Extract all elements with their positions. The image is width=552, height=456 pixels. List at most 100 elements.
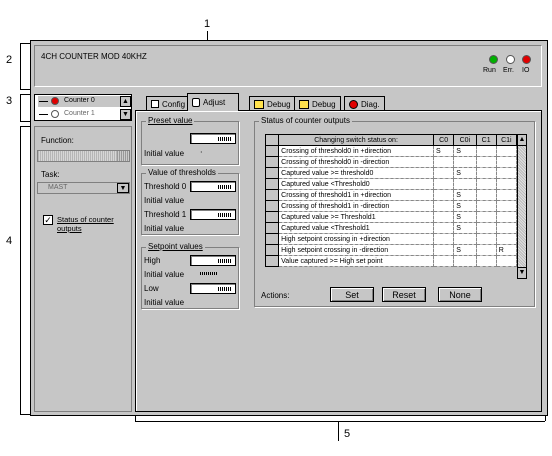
output-cell-c1[interactable] [475,200,497,212]
output-cell-c1i[interactable] [495,200,518,212]
output-cell-c0i[interactable]: S [453,200,477,212]
status-outputs-checkbox[interactable]: ✓ [43,215,53,225]
output-cell-c0i[interactable]: S [453,244,477,256]
task-dropdown-icon: ▼ [117,183,129,193]
corner-header [264,134,280,146]
callout-4-bracket [20,126,21,415]
output-cell-c0[interactable] [432,255,455,267]
output-cell-c1i[interactable] [495,189,518,201]
callout-3-bracket [20,94,21,122]
output-cell-c1[interactable] [475,222,497,234]
row-selector[interactable] [264,200,280,212]
output-cell-c1i[interactable] [495,255,518,267]
function-select[interactable] [37,150,130,162]
output-cell-c1i[interactable] [495,233,518,245]
output-cell-c1[interactable] [475,156,497,168]
row-selector[interactable] [264,178,280,190]
output-cell-c1[interactable] [475,211,497,223]
threshold0-input[interactable] [190,181,236,192]
channel-scroll-down-button[interactable]: ▼ [120,109,131,120]
counter1-led-icon [51,110,59,118]
callout-5-bracket [135,421,545,422]
setpoint-high-initial-label: Initial value [144,270,185,279]
status-outputs-label: Status of counter outputs [57,215,114,233]
preset-title: Preset value [146,116,195,125]
output-cell-c0i[interactable] [453,156,477,168]
tab-debug-1[interactable]: Debug [249,96,296,111]
output-cell-c0[interactable] [432,178,455,190]
output-cell-c0[interactable] [432,200,455,212]
output-cell-c1i[interactable]: R [495,244,518,256]
output-cell-c0i[interactable]: S [453,145,477,157]
output-cell-c0[interactable] [432,189,455,201]
debug-icon [254,99,264,109]
tab-diag[interactable]: Diag. [344,96,385,111]
task-select[interactable]: MAST ▼ [37,182,130,194]
channel-item-counter0[interactable]: Counter 0 [38,96,120,107]
row-selector[interactable] [264,244,280,256]
output-cell-c1i[interactable] [495,211,518,223]
channel-scroll-up-button[interactable]: ▲ [120,96,131,107]
output-cell-c0[interactable] [432,244,455,256]
set-button[interactable]: Set [330,287,374,302]
output-cell-c1i[interactable] [495,222,518,234]
table-scroll-up-button[interactable]: ▲ [517,134,527,146]
output-cell-c0i[interactable] [453,178,477,190]
output-cell-c1i[interactable] [495,145,518,157]
row-selector[interactable] [264,211,280,223]
setpoint-low-label: Low [144,284,159,293]
tab-adjust[interactable]: Adjust [187,93,239,111]
table-scroll-down-button[interactable]: ▼ [517,267,527,279]
module-header: 4CH COUNTER MOD 40KHZ Run Err. IO [34,45,542,87]
setpoint-low-input[interactable] [190,283,236,294]
channel-label: Counter 1 [64,110,95,117]
row-selector[interactable] [264,167,280,179]
row-selector[interactable] [264,145,280,157]
output-cell-c1[interactable] [475,189,497,201]
output-cell-c1[interactable] [475,167,497,179]
output-cell-c0i[interactable] [453,233,477,245]
output-cell-c0i[interactable]: S [453,167,477,179]
row-selector[interactable] [264,255,280,267]
actions-label: Actions: [261,291,290,300]
row-selector[interactable] [264,222,280,234]
row-selector[interactable] [264,156,280,168]
setpoint-low-initial-label: Initial value [144,298,185,307]
threshold1-input[interactable] [190,209,236,220]
output-cell-c1[interactable] [475,244,497,256]
table-scrollbar-track[interactable] [517,146,527,267]
output-cell-c1[interactable] [475,255,497,267]
output-cell-c1[interactable] [475,145,497,157]
table-row: Crossing of threshold1 in +direction S [264,189,518,201]
output-cell-c1i[interactable] [495,167,518,179]
setpoint-high-input[interactable] [190,255,236,266]
none-button[interactable]: None [438,287,482,302]
output-cell-c1[interactable] [475,233,497,245]
row-label: Crossing of threshold1 in +direction [278,189,434,201]
output-cell-c1i[interactable] [495,156,518,168]
output-cell-c0i[interactable]: S [453,189,477,201]
callout-2: 2 [6,54,13,66]
output-cell-c0i[interactable]: S [453,222,477,234]
output-cell-c0[interactable] [432,156,455,168]
row-selector[interactable] [264,189,280,201]
output-cell-c0[interactable] [432,233,455,245]
threshold1-initial-label: Initial value [144,224,185,233]
row-selector[interactable] [264,233,280,245]
output-cell-c0[interactable] [432,222,455,234]
preset-value-input[interactable] [190,133,236,144]
output-cell-c0[interactable]: S [432,145,455,157]
output-cell-c1i[interactable] [495,178,518,190]
tab-debug-2[interactable]: Debug [294,96,341,111]
reset-button[interactable]: Reset [382,287,426,302]
tab-config[interactable]: Config [146,96,191,111]
output-cell-c0i[interactable] [453,255,477,267]
row-label: High setpoint crossing in +direction [278,233,434,245]
row-label: Captured value >= Threshold1 [278,211,434,223]
output-cell-c0i[interactable]: S [453,211,477,223]
channel-list[interactable]: Counter 0 Counter 1 ▲ ▼ [34,94,132,121]
output-cell-c1[interactable] [475,178,497,190]
output-cell-c0[interactable] [432,211,455,223]
output-cell-c0[interactable] [432,167,455,179]
channel-item-counter1[interactable]: Counter 1 [38,109,120,120]
